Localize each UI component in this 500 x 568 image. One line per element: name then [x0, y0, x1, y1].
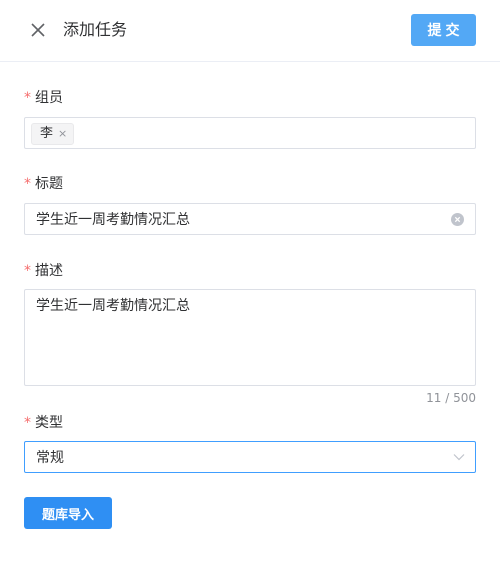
submit-button[interactable]: 提交 [411, 14, 476, 46]
description-label-text: 描述 [35, 263, 63, 279]
title-label-text: 标题 [35, 176, 63, 192]
close-icon[interactable] [29, 21, 47, 39]
description-label: * 描述 [24, 261, 63, 281]
tag-remove-icon[interactable]: × [58, 124, 67, 144]
type-label: * 类型 [24, 413, 63, 433]
type-select[interactable]: 常规 [24, 441, 476, 473]
title-input[interactable]: 学生近一周考勤情况汇总 [24, 203, 476, 235]
char-counter: 11 / 500 [426, 391, 476, 405]
required-mark: * [24, 415, 31, 431]
import-from-bank-button[interactable]: 题库导入 [24, 497, 112, 529]
member-tag-label: 李 [40, 126, 54, 141]
description-value: 学生近一周考勤情况汇总 [36, 298, 190, 314]
required-mark: * [24, 263, 31, 279]
members-label-text: 组员 [35, 90, 63, 106]
members-select[interactable]: 李 × [24, 117, 476, 149]
type-selected-value: 常规 [36, 450, 64, 466]
header: 添加任务 提交 [0, 0, 500, 62]
required-mark: * [24, 176, 31, 192]
title-input-value: 学生近一周考勤情况汇总 [36, 212, 190, 228]
description-textarea[interactable]: 学生近一周考勤情况汇总 [24, 289, 476, 386]
required-mark: * [24, 90, 31, 106]
members-label: * 组员 [24, 88, 63, 108]
clear-circle-icon[interactable] [451, 213, 464, 226]
member-tag: 李 × [31, 123, 75, 145]
type-label-text: 类型 [35, 415, 63, 431]
title-label: * 标题 [24, 174, 63, 194]
page-title: 添加任务 [63, 20, 128, 39]
chevron-down-icon [453, 454, 465, 461]
